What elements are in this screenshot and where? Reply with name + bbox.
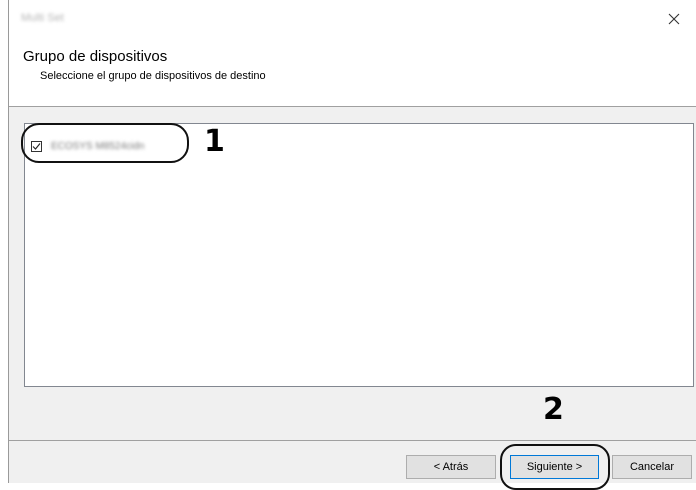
back-button[interactable]: < Atrás [406,455,496,479]
window-title: Multi Set [21,12,64,24]
dialog-window: Multi Set Grupo de dispositivos Seleccio… [8,0,696,483]
title-bar: Multi Set [9,0,696,38]
callout-number-1: 1 [204,124,225,159]
callout-outline-2 [500,444,610,490]
close-icon [668,13,680,25]
callout-number-2: 2 [543,392,564,427]
page-title: Grupo de dispositivos [23,48,168,65]
close-button[interactable] [652,0,696,38]
footer-divider [9,440,696,441]
page-subtitle: Seleccione el grupo de dispositivos de d… [40,70,266,82]
cancel-button[interactable]: Cancelar [612,455,692,479]
wizard-header: Grupo de dispositivos Seleccione el grup… [9,38,696,107]
callout-outline-1 [21,123,189,163]
